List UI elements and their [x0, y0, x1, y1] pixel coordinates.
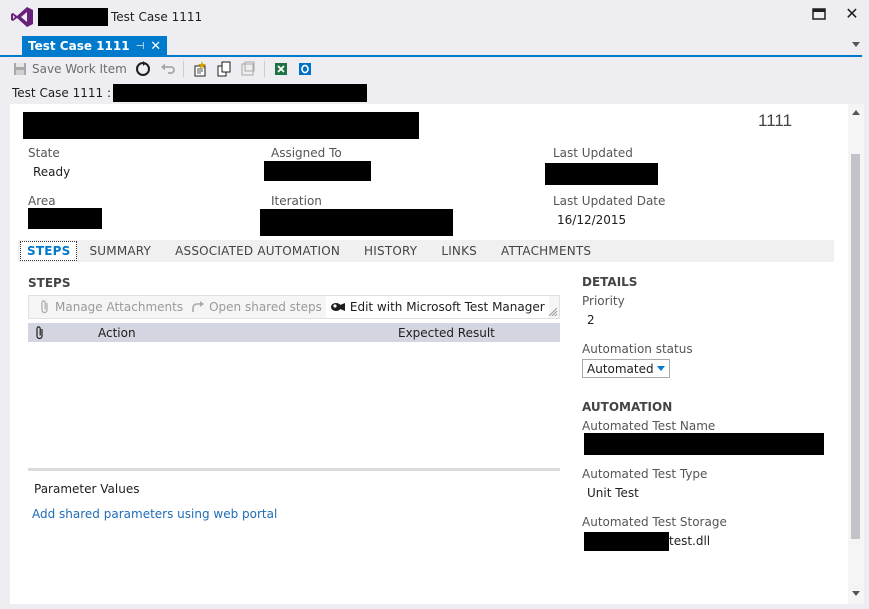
tab-history[interactable]: HISTORY: [352, 240, 429, 262]
manage-attachments-button[interactable]: Manage Attachments: [35, 296, 187, 318]
scrollbar-thumb[interactable]: [851, 154, 860, 539]
capture-icon: [241, 61, 255, 76]
manage-attachments-label: Manage Attachments: [55, 300, 184, 314]
close-tab-icon[interactable]: ✕: [150, 39, 161, 54]
redacted-last-updated-field: [545, 163, 658, 185]
scroll-down-arrow-icon[interactable]: [852, 591, 860, 596]
automated-test-storage-suffix: test.dll: [669, 534, 711, 548]
tab-dropdown-icon[interactable]: [852, 42, 860, 47]
refresh-icon: [135, 61, 150, 76]
automation-status-label: Automation status: [582, 342, 693, 356]
maximize-icon[interactable]: [812, 8, 826, 20]
action-column-header[interactable]: Action: [98, 326, 136, 340]
send-email-button[interactable]: [295, 59, 315, 79]
steps-grid-header: Action Expected Result: [28, 323, 560, 342]
automated-test-storage-label: Automated Test Storage: [582, 515, 727, 529]
open-shared-steps-label: Open shared steps: [209, 300, 322, 314]
tab-associated-automation[interactable]: ASSOCIATED AUTOMATION: [163, 240, 352, 262]
assigned-to-label: Assigned To: [271, 146, 342, 160]
document-tab-well: Test Case 1111 ⊣ ✕: [0, 34, 869, 56]
undo-button[interactable]: [157, 59, 177, 79]
capture-button[interactable]: [238, 59, 258, 79]
details-section-title: DETAILS: [582, 275, 638, 289]
redacted-title-prefix: [38, 8, 108, 26]
steps-toolbar: Manage Attachments Open shared steps Edi…: [28, 295, 560, 319]
area-label: Area: [28, 194, 56, 208]
test-manager-icon: [330, 303, 345, 311]
open-in-excel-button[interactable]: [271, 59, 291, 79]
expected-result-column-header[interactable]: Expected Result: [398, 326, 495, 340]
save-work-item-label: Save Work Item: [32, 62, 127, 76]
pin-icon[interactable]: ⊣: [136, 41, 145, 52]
work-item-header: Test Case 1111 :: [12, 84, 368, 102]
save-work-item-button[interactable]: Save Work Item: [10, 59, 129, 79]
tab-summary[interactable]: SUMMARY: [77, 240, 163, 262]
automated-test-name-label: Automated Test Name: [582, 419, 716, 433]
new-linked-item-button[interactable]: [190, 59, 210, 79]
edit-with-mtm-label: Edit with Microsoft Test Manager: [349, 300, 545, 314]
steps-splitter[interactable]: [28, 468, 560, 471]
chevron-down-icon[interactable]: [654, 360, 669, 377]
redacted-automated-test-name: [584, 433, 824, 455]
open-shared-steps-button[interactable]: Open shared steps: [187, 296, 326, 318]
add-shared-parameters-link[interactable]: Add shared parameters using web portal: [32, 507, 277, 521]
outlook-icon: [298, 63, 311, 75]
title-bar: Test Case 1111 ✕: [0, 0, 869, 34]
priority-label: Priority: [582, 294, 625, 308]
scroll-up-arrow-icon[interactable]: [852, 110, 860, 115]
attachment-column-icon: [36, 325, 43, 339]
document-tab-label: Test Case 1111: [28, 39, 130, 53]
form-tab-strip: STEPS SUMMARY ASSOCIATED AUTOMATION HIST…: [18, 240, 834, 262]
save-icon: [14, 63, 26, 75]
visual-studio-logo-icon: [11, 7, 33, 27]
redacted-work-item-title: [113, 84, 368, 102]
open-shared-steps-icon: [192, 301, 205, 312]
document-tab[interactable]: Test Case 1111 ⊣ ✕: [22, 36, 168, 56]
parameter-values-label: Parameter Values: [34, 482, 140, 496]
tab-attachments[interactable]: ATTACHMENTS: [489, 240, 603, 262]
state-field[interactable]: Ready: [33, 165, 70, 179]
automated-test-type-value: Unit Test: [587, 486, 639, 500]
copy-icon: [217, 61, 231, 77]
redacted-iteration-field[interactable]: [260, 209, 453, 236]
last-updated-date-label: Last Updated Date: [553, 194, 666, 208]
redacted-assigned-to-field[interactable]: [264, 161, 371, 181]
last-updated-date-value: 16/12/2015: [557, 213, 627, 227]
undo-icon: [160, 63, 175, 74]
last-updated-label: Last Updated: [553, 146, 633, 160]
excel-icon: [274, 63, 287, 75]
tab-underline: [0, 55, 862, 57]
automated-test-type-label: Automated Test Type: [582, 467, 708, 481]
work-item-id: 1111: [758, 111, 793, 130]
tab-links[interactable]: LINKS: [429, 240, 489, 262]
state-label: State: [28, 146, 60, 160]
iteration-label: Iteration: [271, 194, 322, 208]
resize-grip-icon[interactable]: [549, 308, 557, 316]
vertical-scrollbar[interactable]: [848, 104, 864, 604]
work-item-header-label: Test Case 1111 :: [12, 86, 112, 100]
work-item-form: 1111 State Ready Assigned To Last Update…: [10, 104, 848, 604]
toolbar-separator: [263, 61, 265, 77]
automation-status-dropdown[interactable]: Automated: [582, 359, 670, 378]
paperclip-icon: [41, 300, 48, 314]
automation-section-title: AUTOMATION: [582, 400, 673, 414]
priority-field[interactable]: 2: [587, 313, 595, 327]
close-window-icon[interactable]: ✕: [843, 5, 861, 23]
work-item-toolbar: Save Work Item: [0, 58, 869, 80]
copy-work-item-button[interactable]: [214, 59, 234, 79]
steps-section-title: STEPS: [28, 276, 71, 290]
automation-status-value: Automated: [587, 361, 654, 376]
edit-with-mtm-button[interactable]: Edit with Microsoft Test Manager: [325, 296, 549, 318]
redacted-area-field[interactable]: [28, 208, 102, 229]
redacted-test-storage-prefix: [584, 532, 669, 551]
window-title: Test Case 1111: [111, 10, 203, 24]
new-linked-work-item-icon: [194, 61, 206, 77]
toolbar-separator: [182, 61, 184, 77]
redacted-title-field[interactable]: [23, 112, 419, 139]
tab-steps[interactable]: STEPS: [20, 241, 78, 261]
refresh-button[interactable]: [133, 59, 153, 79]
